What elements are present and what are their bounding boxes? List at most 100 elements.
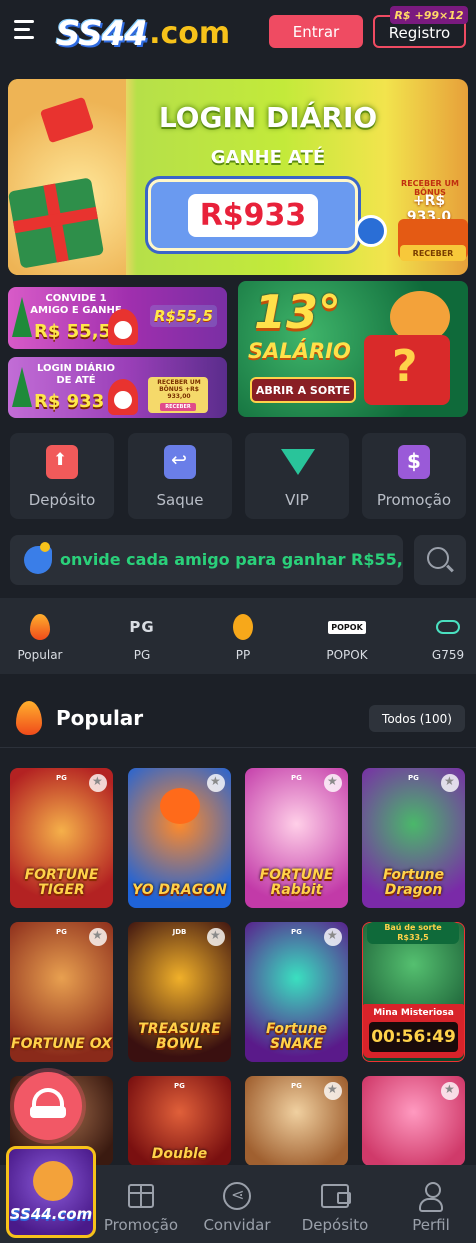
view-all-button[interactable]: Todos (100) xyxy=(369,705,465,732)
favorite-star-icon[interactable] xyxy=(441,774,459,792)
g759-icon xyxy=(413,612,476,642)
game-card[interactable]: JDB TREASURE BOWL xyxy=(128,922,231,1062)
nav-item-promotion[interactable]: Promoção xyxy=(96,1180,186,1234)
banner-receive-button[interactable]: RECEBER xyxy=(400,245,466,261)
login-banner-text: LOGIN DIÁRIO DE ATÉ xyxy=(37,363,115,386)
login-banner-amount: R$ 933 xyxy=(34,391,105,412)
site-logo[interactable]: SS44 .com xyxy=(56,12,230,54)
santa-icon xyxy=(108,309,138,345)
favorite-star-icon[interactable] xyxy=(324,928,342,946)
search-icon-handle xyxy=(446,564,454,573)
game-name: FORTUNE OX xyxy=(11,1036,112,1052)
withdraw-icon xyxy=(164,445,196,479)
nav-label: Perfil xyxy=(412,1216,450,1234)
nav-icon-wrap xyxy=(96,1180,186,1212)
announcement-marquee[interactable]: onvide cada amigo para ganhar R$55,5 xyxy=(10,535,403,585)
section-title: Popular xyxy=(56,706,144,730)
mystery-mine-timer: 00:56:49 xyxy=(369,1022,458,1052)
marquee-text: onvide cada amigo para ganhar R$55,5 xyxy=(60,550,403,569)
nav-item-profile[interactable]: Perfil xyxy=(386,1180,476,1234)
game-card[interactable]: PG Double xyxy=(128,1076,231,1166)
quick-action-vip[interactable]: VIP xyxy=(245,433,349,519)
logo-com: .com xyxy=(149,16,231,51)
tab-pp[interactable]: PP xyxy=(208,612,278,662)
wallet-icon xyxy=(321,1184,351,1208)
game-name: FORTUNE Rabbit xyxy=(259,867,334,898)
game-card[interactable]: YO DRAGON xyxy=(128,768,231,908)
nav-label: Promoção xyxy=(103,1216,179,1234)
nav-home-logo[interactable]: SS44.com xyxy=(6,1146,96,1238)
game-card[interactable]: PG FORTUNE OX xyxy=(10,922,113,1062)
game-card[interactable]: PG FORTUNE Rabbit xyxy=(245,768,348,908)
favorite-star-icon[interactable] xyxy=(324,774,342,792)
quick-action-promotion[interactable]: Promoção xyxy=(362,433,466,519)
invite-banner-tag: R$55,5 xyxy=(150,305,217,327)
game-card[interactable] xyxy=(362,1076,465,1166)
invite-banner-amount: R$ 55,5 xyxy=(34,321,112,342)
dragon-head-icon xyxy=(160,788,200,824)
badge-bonus: +99×12 xyxy=(414,8,464,22)
game-name: Fortune SNAKE xyxy=(265,1021,328,1052)
megaphone-icon xyxy=(24,542,52,574)
quick-action-label: Saque xyxy=(156,491,204,509)
favorite-star-icon[interactable] xyxy=(207,928,225,946)
lucky-chest-badge[interactable]: Baú de sorte R$33,5 xyxy=(367,922,459,944)
nav-icon-wrap xyxy=(192,1180,282,1212)
favorite-star-icon[interactable] xyxy=(441,1082,459,1100)
lucky-chest-label: Baú de sorte xyxy=(384,923,442,932)
daily-login-small-banner[interactable]: LOGIN DIÁRIO DE ATÉ R$ 933 RECEBER UM BÔ… xyxy=(8,357,227,418)
customer-support-button[interactable] xyxy=(14,1072,82,1140)
salary-word: SALÁRIO xyxy=(248,339,351,363)
search-button[interactable] xyxy=(414,535,466,585)
christmas-tree-icon xyxy=(12,367,32,407)
game-name: FORTUNE TIGER xyxy=(24,867,99,898)
game-card[interactable]: PG FORTUNE TIGER xyxy=(10,768,113,908)
mascot-icon xyxy=(33,1161,73,1201)
tab-g759[interactable]: G759 xyxy=(413,612,476,662)
favorite-star-icon[interactable] xyxy=(89,774,107,792)
game-card[interactable]: PG Fortune SNAKE xyxy=(245,922,348,1062)
nav-item-invite[interactable]: Convidar xyxy=(192,1180,282,1234)
tab-label: G759 xyxy=(431,648,465,662)
christmas-tree-icon xyxy=(12,297,32,337)
favorite-star-icon[interactable] xyxy=(207,774,225,792)
nav-icon-wrap xyxy=(386,1180,476,1212)
top-header: SS44 .com Entrar Registro R$ +99×12 xyxy=(0,0,476,64)
logo-ss: SS44 xyxy=(56,14,148,54)
daily-login-banner[interactable]: LOGIN DIÁRIO GANHE ATÉ R$933 RECEBER UM … xyxy=(8,79,468,275)
mystery-mine-title: Mina Misteriosa xyxy=(373,1008,454,1018)
favorite-star-icon[interactable] xyxy=(89,928,107,946)
13th-salary-banner[interactable]: 13° SALÁRIO ABRIR A SORTE xyxy=(238,281,468,417)
banner-amount: R$933 xyxy=(187,193,319,237)
user-icon xyxy=(419,1182,443,1212)
nav-item-deposit[interactable]: Depósito xyxy=(290,1180,380,1234)
open-luck-button[interactable]: ABRIR A SORTE xyxy=(250,377,356,403)
bonus-box-text: RECEBER UM BÔNUS +R$ 933,00 xyxy=(157,379,201,400)
tab-popok[interactable]: POPOK POPOK xyxy=(312,612,382,662)
quick-action-withdraw[interactable]: Saque xyxy=(128,433,232,519)
lucky-chest-amount: R$33,5 xyxy=(397,933,429,942)
invite-banner-text: CONVIDE 1 AMIGO E GANHE xyxy=(30,293,122,316)
promotion-icon xyxy=(398,445,430,479)
quick-action-label: VIP xyxy=(285,491,309,509)
quick-action-label: Depósito xyxy=(28,491,96,509)
share-icon xyxy=(223,1182,251,1210)
fire-icon xyxy=(5,612,75,642)
game-card[interactable]: PG xyxy=(245,1076,348,1166)
mystery-mine-panel[interactable]: Mina Misteriosa 00:56:49 xyxy=(363,1004,464,1058)
quick-action-deposit[interactable]: Depósito xyxy=(10,433,114,519)
nav-label: Convidar xyxy=(203,1216,271,1234)
tab-pg[interactable]: PG PG xyxy=(107,612,177,662)
register-bonus-badge: R$ +99×12 xyxy=(390,6,468,24)
banner-title: LOGIN DIÁRIO xyxy=(158,101,378,134)
favorite-star-icon[interactable] xyxy=(324,1082,342,1100)
menu-icon[interactable] xyxy=(14,20,38,42)
login-button[interactable]: Entrar xyxy=(269,15,363,48)
tab-label: POPOK xyxy=(326,648,368,662)
game-card[interactable]: PG Fortune Dragon xyxy=(362,768,465,908)
invite-friend-banner[interactable]: CONVIDE 1 AMIGO E GANHE R$ 55,5 R$55,5 xyxy=(8,287,227,349)
bonus-box-button[interactable]: RECEBER xyxy=(160,403,196,411)
game-name: Fortune Dragon xyxy=(382,867,445,898)
red-envelope-icon xyxy=(39,96,95,144)
tab-popular[interactable]: Popular xyxy=(5,612,75,662)
